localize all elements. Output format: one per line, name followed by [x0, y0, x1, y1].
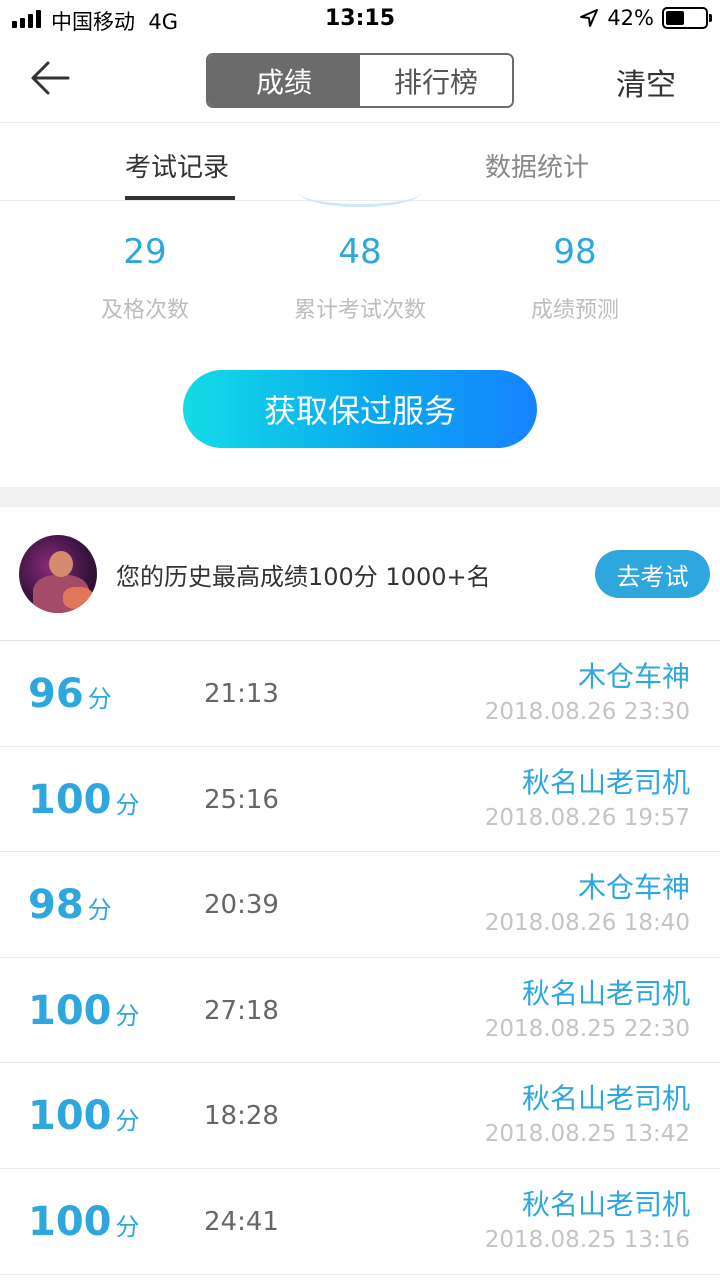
- stat-passed: 29 及格次数: [25, 232, 265, 324]
- record-score: 100 分: [28, 1093, 140, 1140]
- stat-value: 98: [553, 232, 597, 272]
- record-user-name: 秋名山老司机: [521, 765, 690, 799]
- record-date: 2018.08.26 23:30: [484, 699, 690, 725]
- stat-prediction: 98 成绩预测: [455, 232, 695, 324]
- list-item[interactable]: 100 分 27:18 秋名山老司机 2018.08.25 22:30: [0, 958, 720, 1064]
- location-arrow-icon: [580, 9, 599, 27]
- record-date: 2018.08.26 18:40: [484, 910, 690, 937]
- record-score: 98 分: [28, 882, 112, 929]
- list-item[interactable]: 96 分 21:13 木仓车神 2018.08.26 23:30: [0, 641, 720, 747]
- list-item[interactable]: 100 分 18:28 秋名山老司机 2018.08.25 13:42: [0, 1063, 720, 1169]
- record-score: 100 分: [28, 987, 140, 1034]
- battery-icon: [662, 7, 712, 29]
- record-date: 2018.08.26 19:57: [484, 804, 690, 831]
- record-user-name: 秋名山老司机: [521, 1082, 690, 1116]
- record-date: 2018.08.25 13:16: [484, 1226, 690, 1253]
- record-user-name: 秋名山老司机: [521, 1187, 690, 1221]
- list-item[interactable]: 98 分 20:39 木仓车神 2018.08.26 18:40: [0, 852, 720, 958]
- record-user-name: 秋名山老司机: [521, 976, 690, 1010]
- record-duration: 20:39: [204, 890, 279, 921]
- segment-ranking[interactable]: 排行榜: [360, 55, 512, 106]
- status-bar: 中国移动 4G 13:15 42%: [0, 0, 720, 40]
- record-user-name: 木仓车神: [577, 660, 690, 693]
- section-gap: [0, 487, 720, 507]
- back-arrow-icon[interactable]: [28, 58, 76, 98]
- stat-label: 成绩预测: [530, 298, 619, 323]
- exam-record-list: 96 分 21:13 木仓车神 2018.08.26 23:30 100 分 25:…: [0, 641, 720, 1275]
- stat-total: 48 累计考试次数: [240, 232, 480, 324]
- record-score: 100 分: [28, 1198, 140, 1245]
- segment-scores[interactable]: 成绩: [208, 55, 360, 106]
- record-date: 2018.08.25 13:42: [484, 1121, 690, 1148]
- record-duration: 24:41: [204, 1206, 279, 1237]
- best-score-row: 您的历史最高成绩100分 1000+名 去考试: [0, 507, 720, 641]
- record-score: 96 分: [28, 671, 112, 717]
- best-score-text: 您的历史最高成绩100分 1000+名: [116, 563, 491, 591]
- clear-button[interactable]: 清空: [616, 60, 676, 104]
- battery-percent: 42%: [607, 6, 654, 30]
- record-duration: 25:16: [204, 784, 279, 815]
- nav-bar: 成绩 排行榜 清空: [0, 40, 720, 122]
- stat-value: 48: [338, 232, 382, 272]
- stat-label: 及格次数: [100, 298, 189, 323]
- record-duration: 27:18: [204, 995, 279, 1026]
- go-exam-button[interactable]: 去考试: [595, 550, 710, 598]
- record-user-name: 木仓车神: [577, 871, 690, 905]
- get-pass-service-button[interactable]: 获取保过服务: [183, 370, 537, 448]
- avatar[interactable]: [19, 535, 97, 613]
- record-duration: 21:13: [204, 679, 279, 709]
- list-item[interactable]: 100 分 24:41 秋名山老司机 2018.08.25 13:16: [0, 1169, 720, 1275]
- list-item[interactable]: 100 分 25:16 秋名山老司机 2018.08.26 19:57: [0, 747, 720, 853]
- tab-exam-records[interactable]: 考试记录: [125, 147, 229, 184]
- decorative-arc: [300, 191, 420, 207]
- tab-bar: 考试记录 数据统计: [0, 122, 720, 202]
- stat-value: 29: [123, 232, 167, 272]
- record-score: 100 分: [28, 776, 140, 823]
- record-duration: 18:28: [204, 1101, 279, 1132]
- segmented-control: 成绩 排行榜: [206, 53, 514, 108]
- tab-statistics[interactable]: 数据统计: [485, 147, 589, 184]
- stat-label: 累计考试次数: [293, 298, 426, 323]
- record-date: 2018.08.25 22:30: [484, 1015, 690, 1042]
